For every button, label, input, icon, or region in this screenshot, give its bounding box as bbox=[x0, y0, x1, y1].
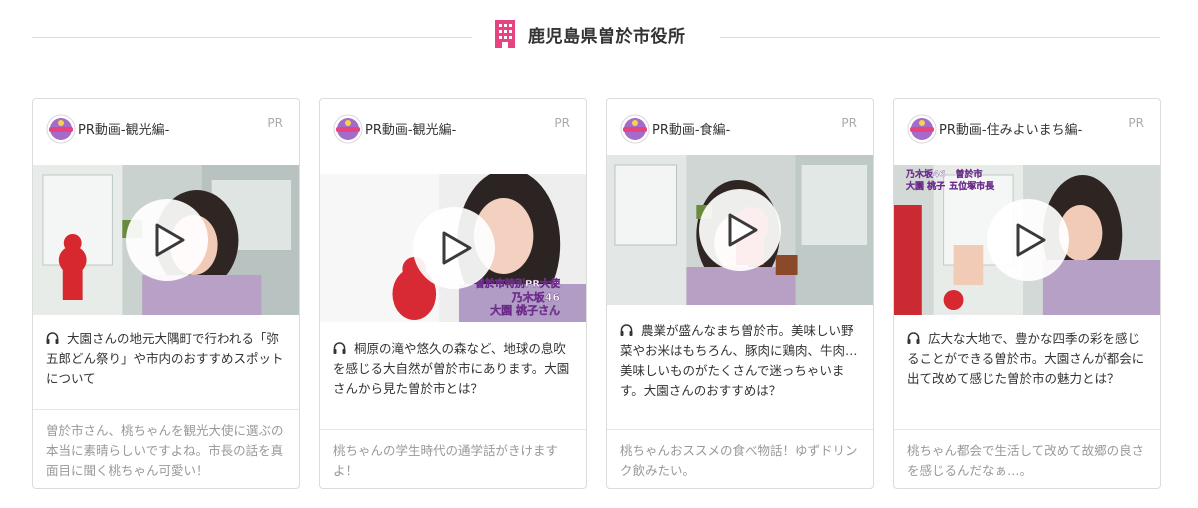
video-thumbnail[interactable]: 曽於市特別PR大使 乃木坂46 大園 桃子さん bbox=[320, 174, 586, 322]
overlay-line: 大園 桃子さん bbox=[490, 304, 560, 317]
caption-text: 大園さんの地元大隅町で行われる「弥五郎どん祭り」や市内のおすすめスポットについて bbox=[46, 331, 284, 386]
video-title[interactable]: PR動画-食編- bbox=[652, 119, 730, 138]
headphones-icon bbox=[46, 330, 59, 344]
pr-badge: PR bbox=[554, 116, 570, 130]
card-divider bbox=[320, 429, 586, 430]
header-title-group: 鹿児島県曽於市役所 bbox=[494, 20, 686, 48]
play-button[interactable] bbox=[413, 207, 495, 289]
video-title[interactable]: PR動画-観光編- bbox=[365, 119, 456, 138]
divider-right bbox=[720, 37, 1160, 38]
overlay-line: 乃木坂46 bbox=[906, 170, 946, 180]
pr-badge: PR bbox=[1128, 116, 1144, 130]
card-comment: 桃ちゃんおススメの食べ物話！ゆずドリンク飲みたい。 bbox=[620, 443, 858, 478]
play-button[interactable] bbox=[126, 199, 208, 281]
caption-text: 桐原の滝や悠久の森など、地球の息吹を感じる大自然が曽於市にあります。大園さんから… bbox=[333, 341, 570, 396]
card-divider bbox=[894, 429, 1160, 430]
play-icon bbox=[728, 213, 758, 247]
card-divider bbox=[33, 409, 299, 410]
video-title[interactable]: PR動画-観光編- bbox=[78, 119, 169, 138]
video-thumbnail[interactable] bbox=[607, 155, 873, 305]
overlay-line: 曽於市特別PR大使 bbox=[474, 279, 560, 290]
card-comment: 曽於市さん、桃ちゃんを観光大使に選ぶの本当に素晴らしいですよね。市長の話を真面目… bbox=[46, 423, 284, 478]
card-comment: 桃ちゃんの学生時代の通学話がきけますよ！ bbox=[333, 443, 559, 478]
thumbnail-caption-overlay: 乃木坂46 曽於市 大園 桃子 五位塚市長 bbox=[906, 169, 994, 193]
play-icon bbox=[1016, 223, 1046, 257]
page-title: 鹿児島県曽於市役所 bbox=[528, 26, 686, 47]
card-header: PR動画-観光編- PR bbox=[33, 99, 299, 159]
overlay-row: 乃木坂46 曽於市 bbox=[906, 169, 994, 181]
video-caption: 農業が盛んなまち曽於市。美味しい野菜やお米はもちろん、豚肉に鶏肉、牛肉…美味しい… bbox=[620, 321, 861, 401]
overlay-line: 五位塚市長 bbox=[949, 182, 995, 192]
play-button[interactable] bbox=[987, 199, 1069, 281]
video-card[interactable]: PR動画-食編- PR 農業が盛んなまち曽於市。美味しい野菜やお米はもちろん、豚… bbox=[606, 98, 874, 489]
play-icon bbox=[442, 231, 472, 265]
caption-text: 広大な大地で、豊かな四季の彩を感じることができる曽於市。大園さんが都会に出て改め… bbox=[907, 331, 1145, 386]
headphones-icon bbox=[620, 322, 633, 336]
video-caption: 桐原の滝や悠久の森など、地球の息吹を感じる大自然が曽於市にあります。大園さんから… bbox=[333, 339, 574, 399]
video-card[interactable]: PR動画-観光編- PR 大園さんの地元大隅町で行われる「弥五郎どん祭り」や市内… bbox=[32, 98, 300, 489]
channel-logo-icon bbox=[620, 114, 650, 144]
video-card[interactable]: PR動画-観光編- PR 曽於市特別PR大使 乃木坂46 大園 桃子さん 桐原の… bbox=[319, 98, 587, 489]
card-header: PR動画-住みよいまち編- PR bbox=[894, 99, 1160, 159]
overlay-line: 曽於市 bbox=[955, 170, 983, 180]
video-title[interactable]: PR動画-住みよいまち編- bbox=[939, 119, 1082, 138]
channel-logo-icon bbox=[333, 114, 363, 144]
pr-badge: PR bbox=[841, 116, 857, 130]
caption-text: 農業が盛んなまち曽於市。美味しい野菜やお米はもちろん、豚肉に鶏肉、牛肉…美味しい… bbox=[620, 323, 858, 398]
play-button[interactable] bbox=[699, 189, 781, 271]
pr-badge: PR bbox=[267, 116, 283, 130]
overlay-line: 大園 桃子 bbox=[906, 182, 946, 192]
headphones-icon bbox=[333, 340, 346, 354]
card-header: PR動画-食編- PR bbox=[607, 99, 873, 159]
video-thumbnail[interactable] bbox=[33, 165, 299, 315]
divider-left bbox=[32, 37, 472, 38]
video-thumbnail[interactable]: 乃木坂46 曽於市 大園 桃子 五位塚市長 bbox=[894, 165, 1160, 315]
overlay-row: 大園 桃子 五位塚市長 bbox=[906, 181, 994, 193]
play-icon bbox=[155, 223, 185, 257]
card-header: PR動画-観光編- PR bbox=[320, 99, 586, 159]
building-icon bbox=[494, 20, 516, 48]
channel-logo-icon bbox=[46, 114, 76, 144]
video-caption: 広大な大地で、豊かな四季の彩を感じることができる曽於市。大園さんが都会に出て改め… bbox=[907, 329, 1148, 389]
video-caption: 大園さんの地元大隅町で行われる「弥五郎どん祭り」や市内のおすすめスポットについて bbox=[46, 329, 287, 389]
section-header: 鹿児島県曽於市役所 bbox=[32, 18, 1160, 54]
card-comment: 桃ちゃん都会で生活して改めて故郷の良さを感じるんだなぁ…。 bbox=[907, 443, 1145, 478]
thumbnail-caption-overlay: 曽於市特別PR大使 乃木坂46 大園 桃子さん bbox=[475, 278, 560, 317]
card-divider bbox=[607, 429, 873, 430]
overlay-line: 乃木坂46 bbox=[511, 291, 560, 304]
channel-logo-icon bbox=[907, 114, 937, 144]
video-card[interactable]: PR動画-住みよいまち編- PR 乃木坂46 曽於市 大園 桃子 五位塚市長 広… bbox=[893, 98, 1161, 489]
headphones-icon bbox=[907, 330, 920, 344]
